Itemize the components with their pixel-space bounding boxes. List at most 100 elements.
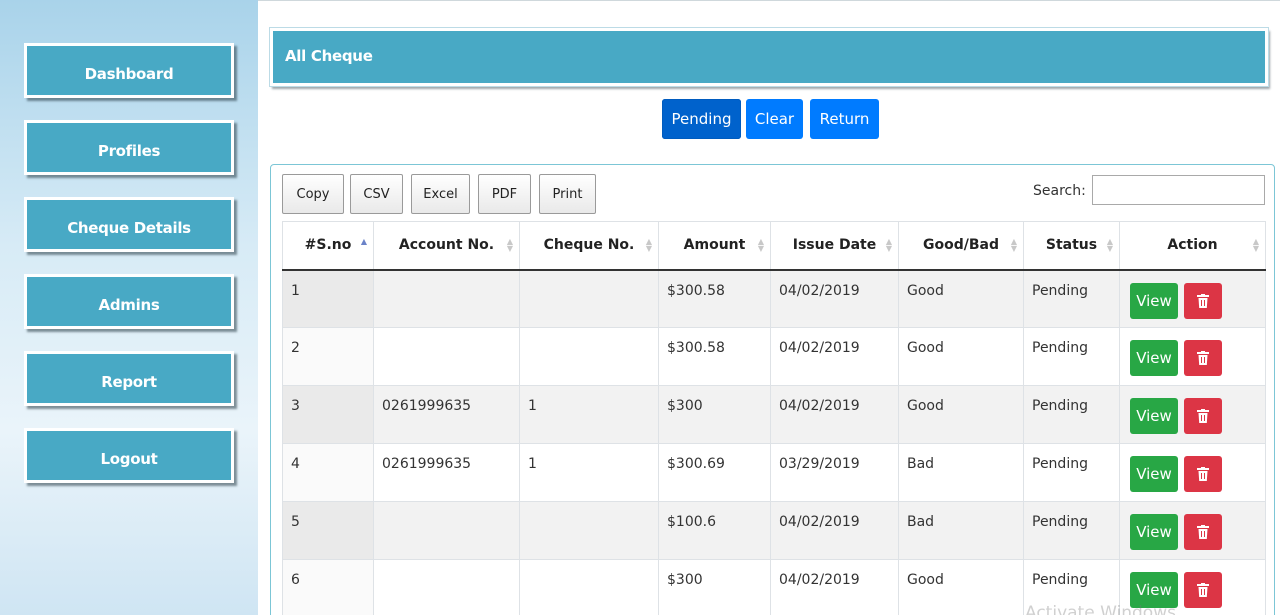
col-header-account-label: Account No. [398,237,495,254]
cell-action: View [1119,327,1266,386]
cell-date: 04/02/2019 [770,327,899,386]
excel-button[interactable]: Excel [411,174,470,214]
sort-icon: ▲ ▼ [757,237,764,253]
nav-dashboard-label: Dashboard [84,64,174,83]
cell-account [373,269,520,328]
col-header-date[interactable]: Issue Date ▲ ▼ [770,221,899,271]
cell-status: Pending [1023,501,1120,560]
filter-clear-button[interactable]: Clear [746,99,803,139]
cell-quality: Good [898,269,1024,328]
delete-button[interactable] [1184,456,1222,492]
trash-icon [1197,583,1209,597]
col-header-cheque-label: Cheque No. [543,237,635,254]
delete-button[interactable] [1184,340,1222,376]
nav-dashboard-button[interactable]: Dashboard [24,43,234,98]
cell-sno: 6 [282,559,374,615]
view-button[interactable]: View [1130,514,1178,550]
page-title: All Cheque [285,47,373,65]
search-label: Search: [1033,183,1086,199]
cell-amount: $300 [658,385,771,444]
cell-cheque: 1 [519,443,659,502]
sort-asc-icon: ▲ [360,237,367,246]
view-button[interactable]: View [1130,456,1178,492]
cell-date: 04/02/2019 [770,269,899,328]
col-header-amount[interactable]: Amount ▲ ▼ [658,221,771,271]
pdf-button[interactable]: PDF [478,174,531,214]
cell-date: 04/02/2019 [770,385,899,444]
sort-icon: ▲ ▼ [645,237,652,253]
cell-sno: 2 [282,327,374,386]
nav-report-label: Report [101,372,157,391]
sort-icon: ▲ ▼ [1106,237,1113,253]
copy-button[interactable]: Copy [282,174,344,214]
cell-sno: 4 [282,443,374,502]
cheque-table: #S.no ▲ Account No. ▲ ▼ Cheque No. ▲ ▼ Amount… [282,221,1266,615]
col-header-sno-label: #S.no [304,237,352,254]
cell-quality: Bad [898,501,1024,560]
nav-admins-button[interactable]: Admins [24,274,234,329]
cell-amount: $300.69 [658,443,771,502]
cell-account: 0261999635 [373,385,520,444]
cell-amount: $300.58 [658,327,771,386]
view-button[interactable]: View [1130,340,1178,376]
sidebar: Dashboard Profiles Cheque Details Admins… [0,0,258,615]
table-row: 5 $100.6 04/02/2019 Bad Pending View [282,501,1266,560]
table-row: 2 $300.58 04/02/2019 Good Pending View [282,327,1266,386]
sort-icon: ▲ ▼ [506,237,513,253]
cell-account: 0261999635 [373,443,520,502]
cell-account [373,501,520,560]
cell-action: View [1119,443,1266,502]
col-header-account[interactable]: Account No. ▲ ▼ [373,221,520,271]
trash-icon [1197,525,1209,539]
col-header-sno[interactable]: #S.no ▲ [282,221,374,271]
print-button[interactable]: Print [539,174,596,214]
cell-cheque: 1 [519,385,659,444]
cell-cheque [519,559,659,615]
csv-button[interactable]: CSV [350,174,403,214]
col-header-status[interactable]: Status ▲ ▼ [1023,221,1120,271]
delete-button[interactable] [1184,514,1222,550]
delete-button[interactable] [1184,282,1222,319]
sort-icon: ▲ ▼ [1010,237,1017,253]
nav-cheque-details-button[interactable]: Cheque Details [24,197,234,252]
view-button[interactable]: View [1130,282,1178,319]
activation-watermark: Activate Windows [1025,603,1176,615]
search-input[interactable] [1092,175,1265,205]
cell-date: 03/29/2019 [770,443,899,502]
col-header-quality-label: Good/Bad [922,237,999,254]
cell-status: Pending [1023,443,1120,502]
col-header-quality[interactable]: Good/Bad ▲ ▼ [898,221,1024,271]
delete-button[interactable] [1184,572,1222,608]
cell-quality: Good [898,327,1024,386]
table-header-row: #S.no ▲ Account No. ▲ ▼ Cheque No. ▲ ▼ Amount… [282,221,1266,271]
col-header-action[interactable]: Action ▲ ▼ [1119,221,1266,271]
table-row: 1 $300.58 04/02/2019 Good Pending View [282,269,1266,328]
cell-sno: 3 [282,385,374,444]
nav-report-button[interactable]: Report [24,351,234,406]
view-button[interactable]: View [1130,398,1178,434]
nav-cheque-details-label: Cheque Details [67,218,191,237]
nav-profiles-button[interactable]: Profiles [24,120,234,175]
filter-pending-button[interactable]: Pending [662,99,741,139]
cell-date: 04/02/2019 [770,559,899,615]
cell-sno: 1 [282,269,374,328]
cell-quality: Good [898,385,1024,444]
col-header-amount-label: Amount [683,237,746,254]
trash-icon [1197,467,1209,481]
cell-amount: $100.6 [658,501,771,560]
trash-icon [1197,409,1209,423]
table-row: 4 0261999635 1 $300.69 03/29/2019 Bad Pe… [282,443,1266,502]
nav-logout-button[interactable]: Logout [24,428,234,483]
col-header-cheque[interactable]: Cheque No. ▲ ▼ [519,221,659,271]
nav-admins-label: Admins [98,295,160,314]
sort-icon: ▲ ▼ [885,237,892,253]
cell-quality: Good [898,559,1024,615]
sort-icon: ▲ ▼ [1252,237,1259,253]
cell-cheque [519,327,659,386]
col-header-action-label: Action [1167,237,1218,254]
delete-button[interactable] [1184,398,1222,434]
nav-profiles-label: Profiles [97,141,161,160]
cell-action: View [1119,385,1266,444]
cell-status: Pending [1023,269,1120,328]
filter-return-button[interactable]: Return [810,99,879,139]
